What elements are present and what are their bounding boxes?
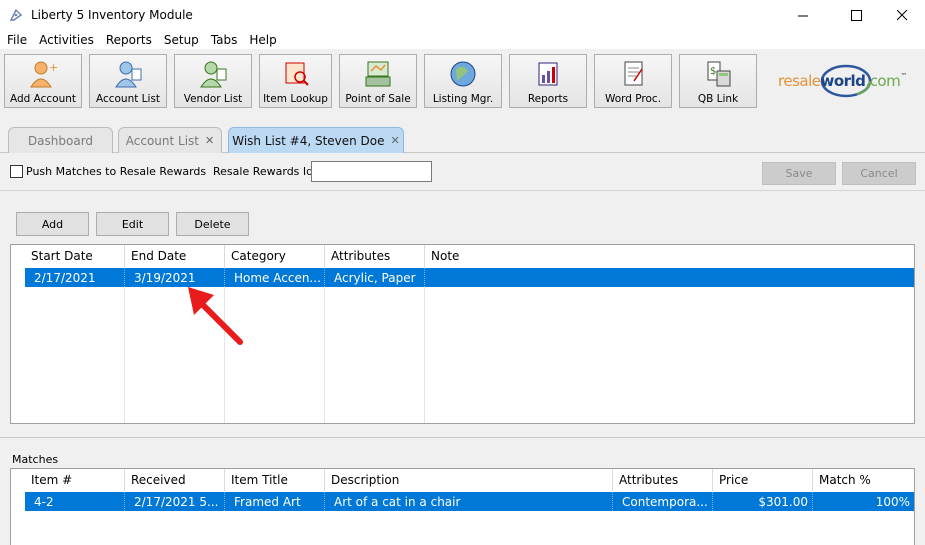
wishlist-grid: Start Date End Date Category Attributes …	[10, 244, 915, 424]
cell-match-attributes: Contempora...	[613, 492, 713, 511]
cell-received: 2/17/2021 5...	[125, 492, 225, 511]
listing-manager-icon	[450, 61, 476, 87]
delete-button[interactable]: Delete	[176, 212, 249, 236]
reports-button[interactable]: Reports	[509, 54, 587, 108]
col-match-percent[interactable]: Match %	[813, 469, 914, 491]
menu-reports[interactable]: Reports	[106, 33, 152, 47]
col-category[interactable]: Category	[225, 245, 325, 267]
cell-description: Art of a cat in a chair	[325, 492, 613, 511]
app-icon	[9, 8, 23, 21]
minimize-icon	[797, 15, 808, 16]
col-end-date[interactable]: End Date	[125, 245, 225, 267]
matches-header: Item # Received Item Title Description A…	[11, 469, 914, 491]
svg-text:$: $	[710, 66, 716, 77]
tab-wish-list[interactable]: Wish List #4, Steven Doe ✕	[228, 127, 404, 153]
col-match-attributes[interactable]: Attributes	[613, 469, 713, 491]
maximize-icon	[850, 9, 862, 21]
qb-link-button[interactable]: $ QB Link	[679, 54, 757, 108]
window-title: Liberty 5 Inventory Module	[31, 8, 193, 22]
cell-attributes: Acrylic, Paper	[325, 268, 425, 287]
col-description[interactable]: Description	[325, 469, 613, 491]
point-of-sale-button[interactable]: Point of Sale	[339, 54, 417, 108]
matches-label: Matches	[12, 453, 59, 466]
tab-account-list[interactable]: Account List ✕	[118, 127, 222, 153]
add-button[interactable]: Add	[16, 212, 89, 236]
vendor-list-button[interactable]: Vendor List	[174, 54, 252, 108]
table-row[interactable]: 4-2 2/17/2021 5... Framed Art Art of a c…	[25, 492, 914, 511]
point-of-sale-icon	[365, 61, 391, 87]
add-account-icon: +	[30, 61, 58, 88]
options-bar: Push Matches to Resale Rewards Resale Re…	[0, 153, 925, 191]
menu-bar: File Activities Reports Setup Tabs Help	[0, 30, 925, 49]
svg-text:+: +	[49, 61, 58, 74]
edit-button[interactable]: Edit	[96, 212, 169, 236]
cell-start-date: 2/17/2021	[25, 268, 125, 287]
tab-strip: Dashboard Account List ✕ Wish List #4, St…	[0, 119, 925, 153]
maximize-button[interactable]	[833, 0, 879, 30]
word-processor-icon	[624, 61, 643, 86]
cancel-button[interactable]: Cancel	[842, 162, 916, 185]
cell-note	[425, 268, 914, 287]
table-row[interactable]: 2/17/2021 3/19/2021 Home Accen... Acryli…	[25, 268, 914, 287]
menu-activities[interactable]: Activities	[39, 33, 94, 47]
menu-setup[interactable]: Setup	[164, 33, 199, 47]
wishlist-header: Start Date End Date Category Attributes …	[11, 245, 914, 267]
close-button[interactable]	[879, 0, 925, 30]
push-matches-checkbox[interactable]	[10, 165, 23, 178]
menu-help[interactable]: Help	[249, 33, 276, 47]
cell-item-number: 4-2	[25, 492, 125, 511]
close-icon	[896, 9, 907, 20]
item-lookup-button[interactable]: Item Lookup	[259, 54, 332, 108]
menu-tabs[interactable]: Tabs	[211, 33, 238, 47]
minimize-button[interactable]	[780, 0, 826, 30]
col-start-date[interactable]: Start Date	[25, 245, 125, 267]
title-bar: Liberty 5 Inventory Module	[0, 0, 925, 30]
cell-match-percent: 100%	[875, 494, 910, 509]
account-list-icon	[115, 61, 142, 88]
cell-item-title: Framed Art	[225, 492, 325, 511]
push-matches-label: Push Matches to Resale Rewards	[26, 165, 207, 178]
main-content: Add Edit Delete Start Date End Date Cate…	[0, 192, 925, 545]
listing-manager-button[interactable]: Listing Mgr.	[424, 54, 502, 108]
annotation-arrow-icon	[188, 287, 243, 345]
section-divider	[0, 437, 925, 438]
tab-close-icon[interactable]: ✕	[205, 134, 214, 147]
resale-rewards-id-input[interactable]	[311, 161, 432, 182]
menu-file[interactable]: File	[7, 33, 27, 47]
add-account-button[interactable]: + Add Account	[4, 54, 82, 108]
vendor-list-icon	[200, 61, 227, 88]
resaleworld-logo: resaleworld.com™	[778, 60, 908, 100]
account-list-button[interactable]: Account List	[89, 54, 167, 108]
toolbar: + Add Account Account List Vendor List I…	[0, 49, 925, 119]
cell-price: $301.00	[713, 492, 813, 511]
qb-link-icon: $	[707, 61, 731, 87]
resale-rewards-id-label: Resale Rewards Id	[213, 165, 314, 178]
tab-close-icon[interactable]: ✕	[391, 134, 400, 147]
col-item-title[interactable]: Item Title	[225, 469, 325, 491]
col-item-number[interactable]: Item #	[25, 469, 125, 491]
col-received[interactable]: Received	[125, 469, 225, 491]
col-price[interactable]: Price	[713, 469, 813, 491]
col-note[interactable]: Note	[425, 245, 914, 267]
item-lookup-icon	[285, 62, 309, 86]
matches-grid: Item # Received Item Title Description A…	[10, 468, 915, 545]
col-attributes[interactable]: Attributes	[325, 245, 425, 267]
tab-dashboard[interactable]: Dashboard	[8, 127, 113, 153]
reports-icon	[538, 62, 558, 86]
save-button[interactable]: Save	[762, 162, 836, 185]
word-processor-button[interactable]: Word Proc.	[594, 54, 672, 108]
